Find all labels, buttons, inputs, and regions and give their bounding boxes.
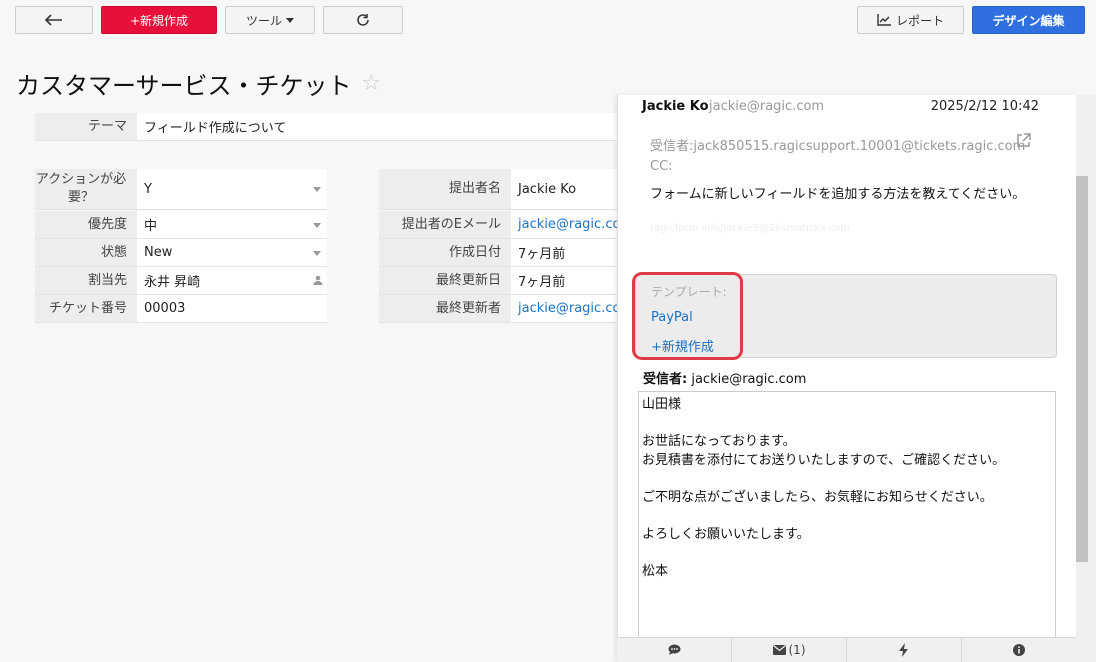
refresh-button[interactable]	[323, 6, 403, 34]
last-updater-link[interactable]: jackie@ragic.com	[511, 295, 625, 322]
actions-tab[interactable]	[847, 638, 962, 662]
to-line: 受信者: jackie@ragic.com	[643, 368, 806, 387]
compose-line	[642, 544, 1052, 563]
assignee-value: 永井 昇崎	[144, 275, 201, 290]
last-updater-row: 最終更新者 jackie@ragic.com	[379, 295, 625, 323]
email-datetime: 2025/2/12 10:42	[930, 99, 1039, 114]
last-updater-label: 最終更新者	[379, 295, 511, 322]
page-title-wrap: カスタマーサービス・チケット ☆	[16, 66, 381, 101]
star-icon[interactable]: ☆	[362, 71, 382, 96]
new-record-label: +新規作成	[129, 13, 189, 28]
submitter-name-label: 提出者名	[379, 169, 511, 209]
submitter-email-link[interactable]: jackie@ragic.com	[511, 211, 625, 238]
bolt-icon	[899, 643, 908, 657]
compose-line: ご不明な点がございましたら、お気軽にお知らせください。	[642, 489, 993, 505]
new-record-button[interactable]: +新規作成	[101, 6, 217, 34]
theme-value[interactable]: フィールド作成について	[137, 113, 625, 140]
panel-bottom-bar: (1)	[617, 637, 1076, 662]
ticket-number-label: チケット番号	[35, 295, 137, 322]
report-button[interactable]: レポート	[857, 6, 964, 34]
info-icon	[1013, 644, 1025, 656]
email-panel: Jackie Ko jackie@ragic.com 2025/2/12 10:…	[617, 95, 1076, 662]
theme-label: テーマ	[35, 113, 137, 140]
tools-dropdown[interactable]: ツール	[225, 6, 315, 34]
refresh-icon	[357, 14, 369, 26]
priority-value: 中	[144, 219, 158, 234]
compose-textarea[interactable]: 山田様 お世話になっております。 お見積書を添付にてお送りいたしますので、ご確認…	[638, 391, 1056, 651]
to-value: jackie@ragic.com	[691, 372, 807, 387]
mail-tab[interactable]: (1)	[732, 638, 847, 662]
caret-down-icon	[286, 17, 294, 23]
email-body: フォームに新しいフィールドを追加する方法を教えてください。	[650, 187, 1026, 202]
tools-label: ツール	[245, 13, 282, 28]
action-required-label: アクションが必要？	[35, 169, 137, 209]
assignee-field[interactable]: 永井 昇崎	[137, 267, 327, 294]
envelope-icon	[772, 645, 786, 655]
priority-row: 優先度 中	[35, 211, 327, 239]
cc-line: CC:	[650, 159, 673, 174]
assignee-label: 割当先	[35, 267, 137, 294]
compose-line: お見積書を添付にてお送りいたしますので、ご確認ください。	[642, 452, 1006, 468]
chart-icon	[877, 14, 891, 26]
toolbar: +新規作成 ツール レポート デザイン編集	[0, 0, 1096, 40]
ticket-number-value[interactable]: 00003	[137, 295, 327, 322]
back-button[interactable]	[15, 6, 93, 34]
compose-line: お世話になっております。	[642, 434, 796, 449]
to-label: 受信者:	[643, 372, 688, 387]
mail-count: (1)	[788, 643, 806, 657]
compose-line	[642, 507, 1052, 526]
recipient-line: 受信者:jack850515.ragicsupport.10001@ticket…	[650, 139, 1026, 154]
highlight-box	[632, 272, 743, 360]
panel-scrollbar-thumb[interactable]	[1076, 176, 1088, 562]
compose-line	[642, 415, 1052, 434]
submitter-name-row: 提出者名 Jackie Ko	[379, 169, 625, 210]
submitter-email-row: 提出者のEメール jackie@ragic.com	[379, 211, 625, 239]
external-link-icon[interactable]	[1016, 133, 1031, 148]
report-label: レポート	[895, 13, 944, 28]
priority-label: 優先度	[35, 211, 137, 238]
design-edit-label: デザイン編集	[992, 13, 1065, 28]
action-required-field[interactable]: Y	[137, 169, 327, 209]
person-icon[interactable]	[313, 275, 323, 285]
caret-down-icon	[313, 222, 321, 228]
last-updated-row: 最終更新日 7ヶ月前	[379, 267, 625, 295]
status-row: 状態 New	[35, 239, 327, 267]
compose-line	[642, 470, 1052, 489]
compose-line: よろしくお願いいたします。	[642, 526, 810, 542]
caret-down-icon	[313, 250, 321, 256]
caret-down-icon	[313, 187, 321, 192]
created-date-value: 7ヶ月前	[511, 239, 625, 266]
compose-line: 山田様	[642, 397, 682, 412]
design-edit-button[interactable]: デザイン編集	[972, 6, 1085, 34]
last-updated-label: 最終更新日	[379, 267, 511, 294]
theme-row: テーマ フィールド作成について	[35, 113, 625, 141]
status-label: 状態	[35, 239, 137, 266]
faint-text: ragicform.info/jackie5@2ksmaticks.com	[650, 223, 850, 234]
created-date-label: 作成日付	[379, 239, 511, 266]
priority-field[interactable]: 中	[137, 211, 327, 238]
assignee-row: 割当先 永井 昇崎	[35, 267, 327, 295]
action-required-value: Y	[144, 181, 152, 197]
last-updated-value: 7ヶ月前	[511, 267, 625, 294]
comments-tab[interactable]	[617, 638, 732, 662]
ticket-number-row: チケット番号 00003	[35, 295, 327, 323]
created-date-row: 作成日付 7ヶ月前	[379, 239, 625, 267]
compose-line: 松本	[642, 563, 669, 579]
status-field[interactable]: New	[137, 239, 327, 266]
submitter-name-value[interactable]: Jackie Ko	[511, 169, 625, 209]
status-value: New	[144, 245, 173, 260]
sender-name: Jackie Ko	[642, 99, 709, 114]
sender-email: jackie@ragic.com	[709, 99, 825, 114]
action-required-row: アクションが必要？ Y	[35, 169, 327, 210]
comment-icon	[668, 644, 680, 655]
arrow-left-icon	[45, 14, 62, 26]
page-title: カスタマーサービス・チケット	[16, 72, 352, 100]
submitter-email-label: 提出者のEメール	[379, 211, 511, 238]
info-tab[interactable]	[962, 638, 1076, 662]
